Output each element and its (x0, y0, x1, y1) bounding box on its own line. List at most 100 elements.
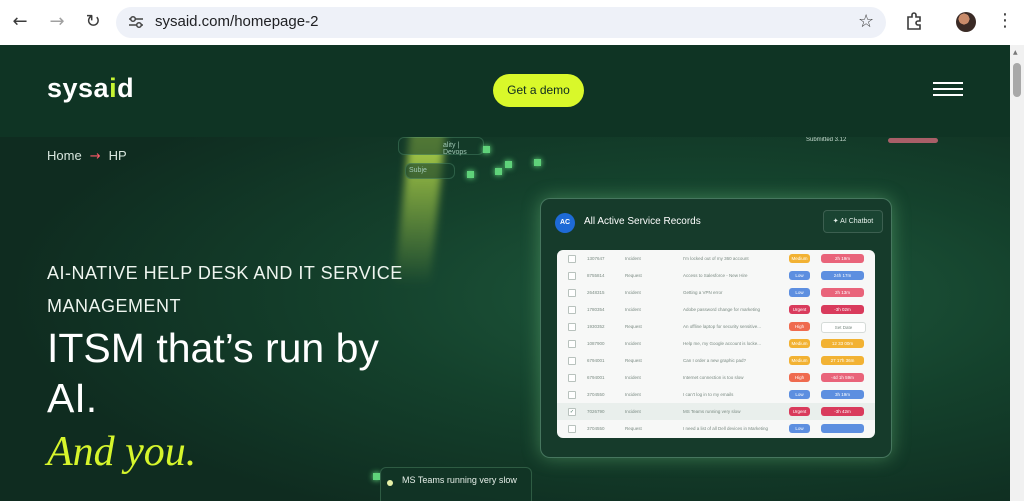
ai-chatbot-button[interactable]: ✦ AI Chatbot (823, 210, 883, 233)
back-icon[interactable]: ← (9, 11, 31, 33)
hero-eyebrow: AI-NATIVE HELP DESK AND IT SERVICE MANAG… (47, 263, 403, 316)
priority-badge: Low (789, 390, 810, 399)
table-row[interactable]: 3704550 Incident I can't log in to my emai… (557, 386, 875, 403)
row-checkbox[interactable] (568, 357, 576, 365)
record-id: 6794001 (587, 375, 605, 380)
glow-square (483, 146, 490, 153)
row-checkbox[interactable]: ✓ (568, 408, 576, 416)
extensions-icon[interactable] (904, 11, 924, 31)
record-type: Incident (625, 307, 641, 312)
record-id: 3704550 (587, 426, 605, 431)
browser-toolbar: ← → ↻ sysaid.com/homepage-2 ☆ ⋮ (0, 0, 1024, 46)
bookmark-star-icon[interactable]: ☆ (858, 11, 874, 32)
row-checkbox[interactable] (568, 306, 576, 314)
table-row[interactable]: 6794001 Request Can I order a new graphic … (557, 352, 875, 369)
table-row[interactable]: 8755814 Request Access to Salesforce - New… (557, 267, 875, 284)
sla-badge (821, 424, 864, 433)
row-checkbox[interactable] (568, 323, 576, 331)
table-row[interactable]: 1930352 Request An offline laptop for secu… (557, 318, 875, 335)
glow-square (534, 159, 541, 166)
record-type: Incident (625, 375, 641, 380)
sla-badge: 3h 19m (821, 390, 864, 399)
record-id: 1307647 (587, 256, 605, 261)
sysaid-logo[interactable]: sysaid (47, 73, 134, 104)
table-row[interactable]: 3704550 Request I need a list of all Dell … (557, 420, 875, 437)
submitted-progress-bar (888, 138, 938, 143)
floating-card-text: ality | Devops (443, 142, 467, 156)
row-checkbox[interactable] (568, 289, 576, 297)
record-type: Incident (625, 341, 641, 346)
table-row[interactable]: ✓ 7026790 Incident MS Teams running very sl… (557, 403, 875, 420)
priority-badge: Medium (789, 356, 810, 365)
record-description: I'm locked out of my 360 account (683, 256, 749, 261)
priority-badge: High (789, 322, 810, 331)
record-id: 3704550 (587, 392, 605, 397)
forward-icon[interactable]: → (46, 11, 68, 33)
page-content: ality | Devops Subje Submitted 3.12 sysa… (0, 45, 1010, 501)
url-text[interactable]: sysaid.com/homepage-2 (155, 13, 318, 30)
record-description: Internet connection is too slow (683, 375, 744, 380)
table-row[interactable]: 6794001 Incident Internet connection is to… (557, 369, 875, 386)
record-type: Incident (625, 256, 641, 261)
record-id: 1930352 (587, 324, 605, 329)
get-a-demo-button[interactable]: Get a demo (493, 74, 584, 107)
table-row[interactable]: 1307647 Incident I'm locked out of my 360 … (557, 250, 875, 267)
record-description: Adobe password change for marketing (683, 307, 761, 312)
record-id: 2648315 (587, 290, 605, 295)
scroll-thumb[interactable] (1013, 63, 1021, 97)
hamburger-menu-icon[interactable] (933, 82, 963, 100)
table-row[interactable]: 1087900 Incident Help me, my Google accoun… (557, 335, 875, 352)
record-type: Incident (625, 409, 641, 414)
record-id: 1087900 (587, 341, 605, 346)
row-checkbox[interactable] (568, 272, 576, 280)
notification-toast: MS Teams running very slow (380, 467, 532, 501)
toast-text: MS Teams running very slow (402, 475, 517, 485)
priority-badge: Medium (789, 339, 810, 348)
profile-avatar[interactable] (956, 12, 976, 32)
breadcrumb-home-link[interactable]: Home (47, 148, 82, 163)
browser-menu-icon[interactable]: ⋮ (996, 10, 1014, 31)
record-description: Can I order a new graphic pad? (683, 358, 747, 363)
breadcrumb-arrow-icon: → (89, 149, 101, 164)
record-description: An offline laptop for security sensitive… (683, 324, 761, 329)
priority-badge: Urgent (789, 407, 810, 416)
priority-badge: Medium (789, 254, 810, 263)
glow-square (467, 171, 474, 178)
sla-badge: -3h 42m (821, 407, 864, 416)
service-records-panel: AC All Active Service Records ✦ AI Chatb… (540, 198, 892, 458)
record-description: I need a list of all Dell devices in Mar… (683, 426, 769, 431)
floating-card-left: Subje (405, 163, 455, 179)
record-description: MS Teams running very slow (683, 409, 741, 414)
row-checkbox[interactable] (568, 255, 576, 263)
row-checkbox[interactable] (568, 391, 576, 399)
address-bar[interactable]: sysaid.com/homepage-2 ☆ (116, 7, 886, 38)
table-row[interactable]: 2648315 Incident Getting a VPN error Low 2h … (557, 284, 875, 301)
record-type: Request (625, 324, 642, 329)
priority-badge: Low (789, 271, 810, 280)
hero-italic-tagline: And you. (47, 429, 197, 475)
breadcrumb: Home → HP (47, 148, 127, 164)
record-type: Incident (625, 392, 641, 397)
site-header: sysaid Get a demo (0, 45, 1010, 137)
record-id: 8755814 (587, 273, 605, 278)
priority-badge: Urgent (789, 305, 810, 314)
row-checkbox[interactable] (568, 374, 576, 382)
row-checkbox[interactable] (568, 340, 576, 348)
row-checkbox[interactable] (568, 425, 576, 433)
floating-card-text: Subje (409, 167, 427, 174)
record-id: 1780354 (587, 307, 605, 312)
scroll-up-icon[interactable]: ▲ (1013, 49, 1018, 56)
submitted-text: Submitted 3.12 (806, 137, 847, 143)
site-settings-icon[interactable] (128, 15, 144, 29)
panel-logo-icon: AC (555, 213, 575, 233)
glow-square (505, 161, 512, 168)
sla-badge: 2h 13m (821, 288, 864, 297)
page-scrollbar[interactable]: ▲ (1010, 45, 1024, 501)
service-records-table: 1307647 Incident I'm locked out of my 360 … (557, 250, 875, 438)
glow-square (373, 473, 380, 480)
table-row[interactable]: 1780354 Incident Adobe password change for… (557, 301, 875, 318)
reload-icon[interactable]: ↻ (82, 11, 104, 33)
sla-badge: 2h 19m (821, 254, 864, 263)
glow-square (495, 168, 502, 175)
record-id: 6794001 (587, 358, 605, 363)
